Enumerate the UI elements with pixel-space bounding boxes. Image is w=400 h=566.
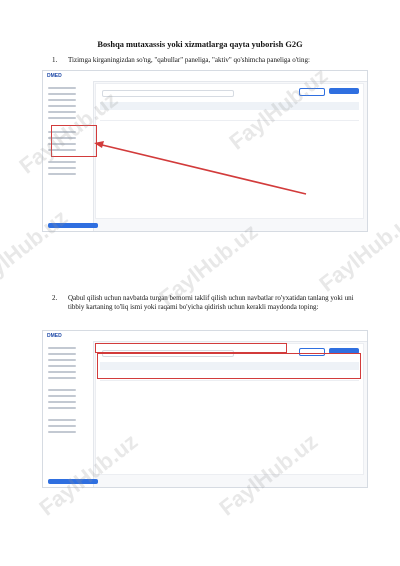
dmed-logo: DMED <box>47 333 62 339</box>
step-2: 2. Qabul qilish uchun navbatda turgan be… <box>52 294 368 312</box>
highlight-search-field <box>95 343 287 353</box>
step-2-number: 2. <box>52 294 58 302</box>
step-2-text: Qabul qilish uchun navbatda turgan bemor… <box>68 294 354 311</box>
highlight-patient-row <box>97 353 361 379</box>
